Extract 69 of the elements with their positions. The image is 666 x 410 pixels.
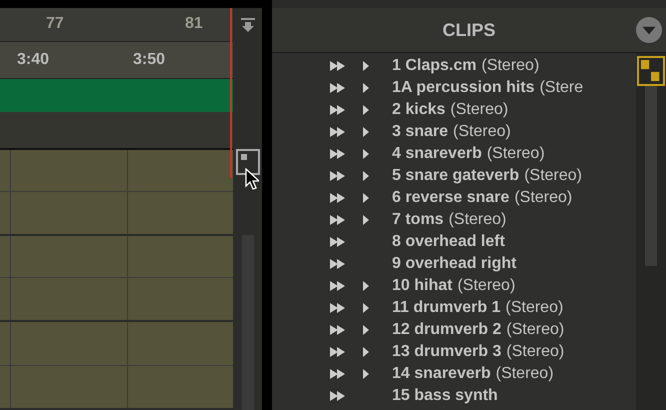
- expand-triangle-icon[interactable]: [363, 369, 369, 379]
- clip-name[interactable]: 1A percussion hits: [392, 79, 535, 97]
- clip-name[interactable]: 1 Claps.cm: [392, 57, 476, 75]
- expand-triangle-icon[interactable]: [363, 215, 369, 225]
- channel-label: (Stereo): [450, 101, 508, 119]
- clip-name[interactable]: 2 kicks: [392, 101, 446, 119]
- channel-label: (Stereo): [514, 189, 572, 207]
- clip-name[interactable]: 5 snare gateverb: [392, 167, 520, 185]
- clip-name[interactable]: 10 hihat: [392, 277, 452, 295]
- expand-triangle-icon[interactable]: [363, 127, 369, 137]
- clip-name[interactable]: 12 drumverb 2: [392, 321, 502, 339]
- clip-name[interactable]: 3 snare: [392, 123, 448, 141]
- channel-label: (Stereo): [448, 211, 506, 229]
- expand-triangle-icon[interactable]: [363, 347, 369, 357]
- play-icon[interactable]: [330, 193, 346, 203]
- dropdown-icon[interactable]: [636, 17, 662, 43]
- play-icon[interactable]: [330, 347, 346, 357]
- channel-label: (Stereo): [453, 123, 511, 141]
- channel-label: (Stereo): [506, 299, 564, 317]
- down-arrow-icon[interactable]: [240, 18, 254, 32]
- clip-name[interactable]: 9 overhead right: [392, 255, 516, 273]
- play-icon[interactable]: [330, 105, 346, 115]
- channel-label: (Stere: [540, 79, 584, 97]
- expand-triangle-icon[interactable]: [363, 325, 369, 335]
- channel-label: (Stereo): [524, 167, 582, 185]
- play-icon[interactable]: [330, 215, 346, 225]
- channel-label: (Stereo): [457, 277, 516, 295]
- panel-title: CLIPS: [442, 20, 496, 40]
- play-icon[interactable]: [330, 237, 346, 247]
- sort-icon[interactable]: [637, 56, 665, 86]
- channel-label: (Stereo): [481, 57, 540, 75]
- time-label: 3:40: [17, 51, 50, 69]
- expand-triangle-icon[interactable]: [363, 171, 369, 181]
- clip-name[interactable]: 6 reverse snare: [392, 189, 510, 207]
- play-icon[interactable]: [330, 83, 346, 93]
- clip-name[interactable]: 11 drumverb 1: [392, 299, 500, 317]
- time-label: 3:50: [133, 51, 166, 69]
- play-icon[interactable]: [330, 281, 346, 291]
- bar-number: 81: [185, 15, 203, 33]
- play-icon[interactable]: [330, 303, 346, 313]
- play-icon[interactable]: [330, 127, 346, 137]
- square-icon: [240, 153, 248, 161]
- expand-triangle-icon[interactable]: [363, 303, 369, 313]
- clip-name[interactable]: 7 toms: [392, 211, 444, 229]
- expand-triangle-icon[interactable]: [363, 83, 369, 93]
- channel-label: (Stereo): [506, 343, 564, 361]
- clip-name[interactable]: 13 drumverb 3: [392, 343, 502, 361]
- play-icon[interactable]: [330, 149, 346, 159]
- play-icon[interactable]: [330, 391, 346, 401]
- play-icon[interactable]: [330, 369, 346, 379]
- clip-name[interactable]: 4 snareverb: [392, 145, 482, 163]
- channel-label: (Stereo): [496, 365, 554, 383]
- expand-triangle-icon[interactable]: [363, 281, 369, 291]
- play-icon[interactable]: [330, 259, 346, 269]
- clip-name[interactable]: 15 bass synth: [392, 387, 498, 405]
- expand-triangle-icon[interactable]: [363, 149, 369, 159]
- scrollbar-thumb[interactable]: [645, 86, 657, 266]
- play-icon[interactable]: [330, 325, 346, 335]
- bar-number: 77: [46, 15, 64, 33]
- expand-triangle-icon[interactable]: [363, 193, 369, 203]
- play-icon[interactable]: [330, 61, 346, 71]
- mouse-cursor-icon: [245, 168, 259, 190]
- expand-triangle-icon[interactable]: [363, 61, 369, 71]
- expand-triangle-icon[interactable]: [363, 105, 369, 115]
- channel-label: (Stereo): [486, 145, 545, 163]
- channel-label: (Stereo): [506, 321, 564, 339]
- play-icon[interactable]: [330, 171, 346, 181]
- clip-name[interactable]: 14 snareverb: [392, 365, 491, 383]
- clip-name[interactable]: 8 overhead left: [392, 233, 505, 251]
